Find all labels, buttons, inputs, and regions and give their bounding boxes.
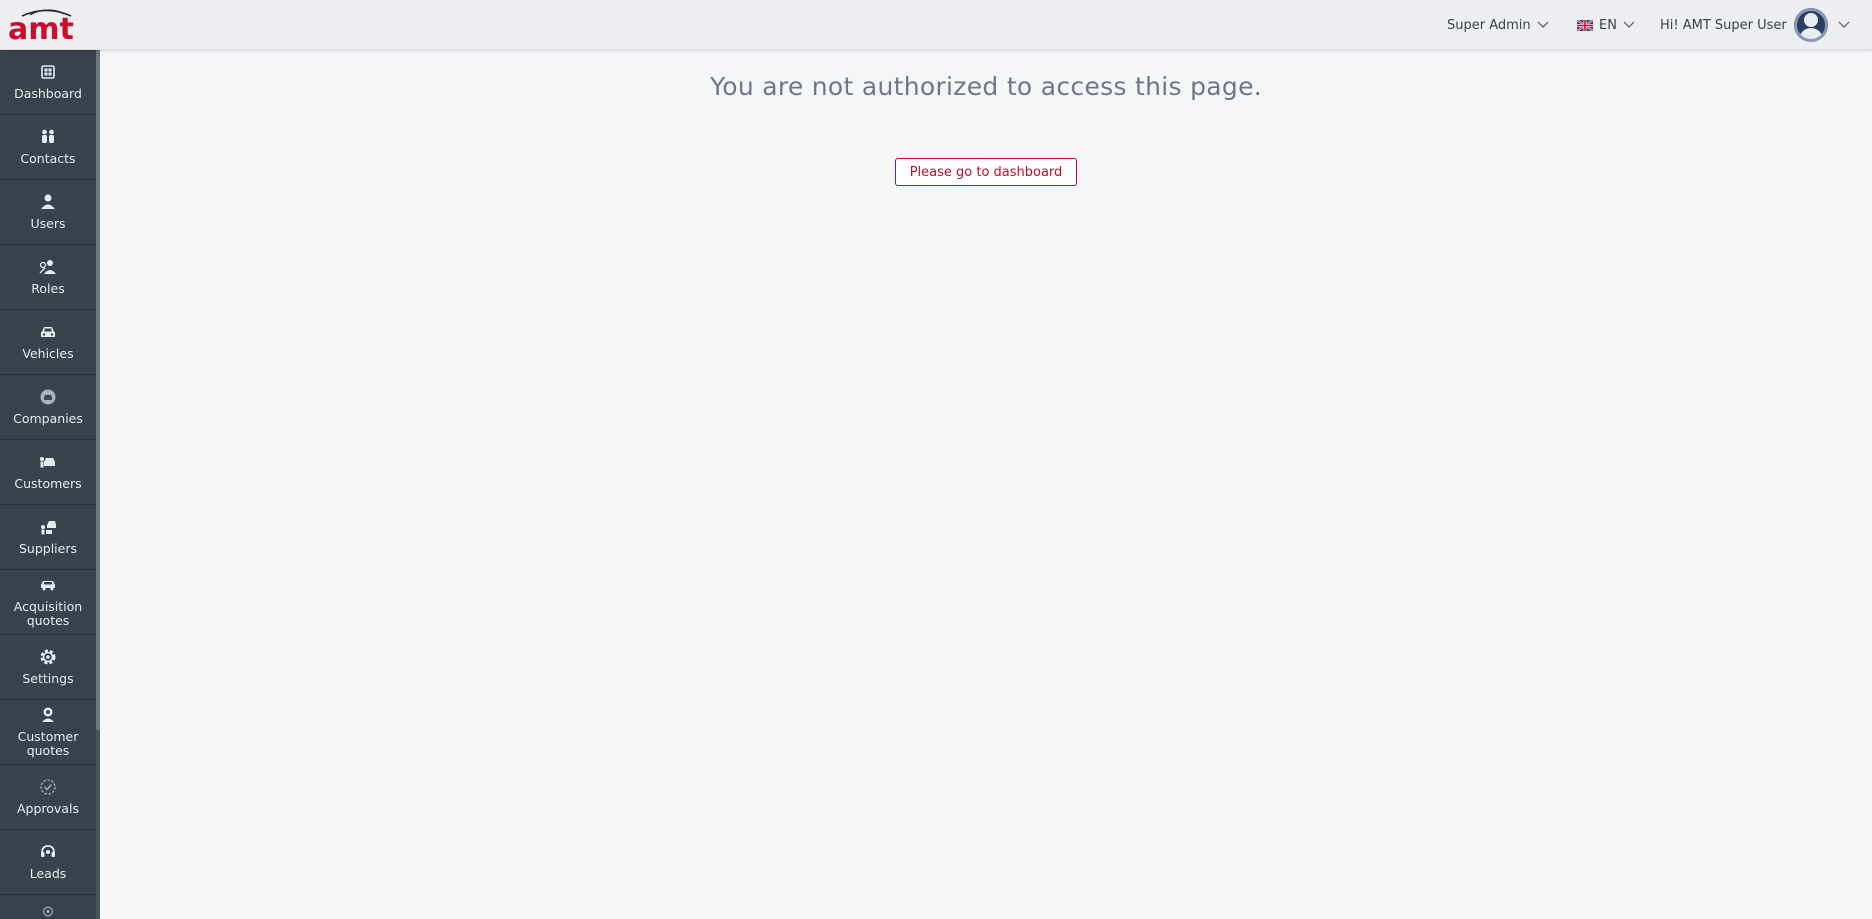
suppliers-icon [41,521,56,535]
language-selector[interactable]: EN [1577,0,1635,50]
sidebar-item-label: Customers [14,476,82,491]
dashboard-icon [41,65,55,79]
sidebar-item-settings[interactable]: Settings [0,635,96,700]
customers-icon [40,457,55,468]
sidebar-item-label: Suppliers [18,541,77,556]
sidebar-item-companies[interactable]: Companies [0,375,96,440]
role-label: Super Admin [1447,17,1531,33]
role-selector[interactable]: Super Admin [1447,0,1549,50]
sidebar-item-suppliers[interactable]: Suppliers [0,505,96,570]
unauthorized-message: You are not authorized to access this pa… [709,72,1263,101]
sidebar-item-roles[interactable]: Roles [0,245,96,310]
sidebar-item-contacts[interactable]: Contacts [0,115,96,180]
roles-icon [39,260,56,274]
go-to-dashboard-button[interactable]: Please go to dashboard [895,158,1077,186]
sidebar-item-more[interactable] [0,895,96,919]
sidebar-item-users[interactable]: Users [0,180,96,245]
language-label: EN [1599,17,1617,33]
chevron-down-icon [1623,21,1635,28]
sidebar-item-label: Vehicles [22,346,74,361]
contacts-icon [42,129,54,143]
logo-graphic: amt [8,9,74,44]
partial-icon [43,906,53,917]
sidebar-item-label: Companies [13,411,83,426]
companies-icon [40,389,56,405]
chevron-down-icon [1838,21,1850,28]
sidebar-item-acquisition-quotes[interactable]: Acquisition quotes [0,570,96,635]
amt-logo[interactable]: amt [8,4,86,44]
sidebar-item-approvals[interactable]: Approvals [0,765,96,830]
avatar [1793,8,1828,42]
sidebar-item-dashboard[interactable]: Dashboard [0,50,96,115]
sidebar-item-leads[interactable]: Leads [0,830,96,895]
main-content: You are not authorized to access this pa… [100,50,1872,919]
sidebar-item-customer-quotes[interactable]: Customer quotes [0,700,96,765]
sidebar: Dashboard Contacts Users Roles Vehicles [0,50,96,919]
sidebar-item-label: Leads [29,866,67,881]
sidebar-item-label: Approvals [17,801,79,816]
acquisition-icon [41,581,55,591]
sidebar-item-label: Users [30,216,66,231]
top-header: amt Super Admin EN Hi! AMT Super User [0,0,1872,50]
headset-icon [41,845,55,857]
gear-icon [40,649,56,665]
sidebar-item-label: Customer quotes [17,729,79,758]
sidebar-item-label: Settings [22,671,74,686]
uk-flag-icon [1577,19,1593,31]
sidebar-item-label: Dashboard [14,86,82,101]
user-menu[interactable]: Hi! AMT Super User [1660,0,1850,50]
car-icon [41,327,55,337]
sidebar-item-label: Acquisition quotes [13,599,83,628]
user-greeting: Hi! AMT Super User [1660,17,1787,33]
sidebar-item-customers[interactable]: Customers [0,440,96,505]
user-icon [41,194,55,209]
approval-icon [40,779,56,795]
sidebar-item-vehicles[interactable]: Vehicles [0,310,96,375]
chevron-down-icon [1537,21,1549,28]
customer-quotes-icon [42,707,54,722]
sidebar-item-label: Roles [31,281,65,296]
svg-text:amt: amt [8,12,74,44]
sidebar-item-label: Contacts [20,151,76,166]
